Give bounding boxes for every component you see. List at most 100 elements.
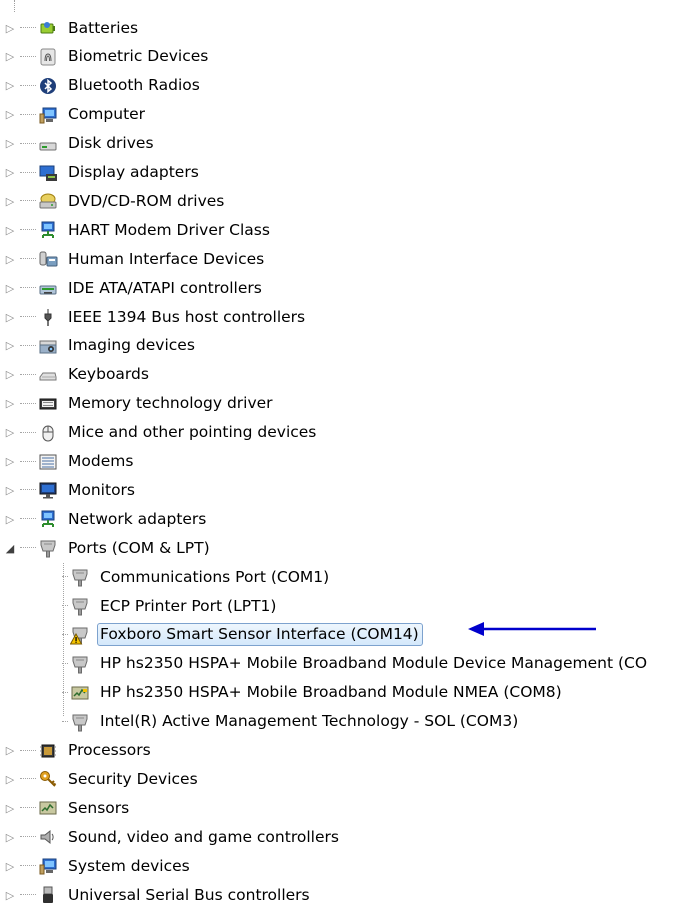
tree-category-processors[interactable]: ▷ Processors (0, 738, 155, 764)
tree-category-label[interactable]: Keyboards (65, 363, 153, 386)
memory-icon (39, 398, 57, 410)
tree-category-security-devices[interactable]: ▷ Security Devices (0, 766, 202, 792)
tree-category-label[interactable]: Processors (65, 739, 155, 762)
expand-arrow-icon[interactable]: ▷ (0, 131, 20, 157)
tree-category-label[interactable]: Universal Serial Bus controllers (65, 884, 314, 905)
expand-arrow-icon[interactable]: ▷ (0, 102, 20, 128)
tree-connector (14, 0, 16, 12)
tree-category-label[interactable]: Imaging devices (65, 334, 199, 357)
bluetooth-icon (40, 77, 56, 94)
security-key-icon (40, 771, 57, 788)
tree-category-disk-drives[interactable]: ▷ Disk drives (0, 131, 158, 157)
tree-category-label[interactable]: Batteries (65, 17, 142, 40)
tree-category-label[interactable]: Human Interface Devices (65, 248, 268, 271)
tree-device-item[interactable]: Communications Port (COM1) (62, 564, 333, 590)
tree-connector (20, 431, 36, 434)
tree-category-keyboards[interactable]: ▷ Keyboards (0, 362, 153, 388)
device-label[interactable]: ECP Printer Port (LPT1) (97, 595, 280, 618)
tree-category-label[interactable]: IEEE 1394 Bus host controllers (65, 306, 309, 329)
tree-category-bluetooth-radios[interactable]: ▷ Bluetooth Radios (0, 73, 204, 99)
tree-category-label[interactable]: Bluetooth Radios (65, 74, 204, 97)
expand-arrow-icon[interactable]: ▷ (0, 15, 20, 41)
expand-arrow-icon[interactable]: ▷ (0, 362, 20, 388)
tree-category-label[interactable]: Sound, video and game controllers (65, 826, 343, 849)
expand-arrow-icon[interactable]: ▷ (0, 420, 20, 446)
device-label[interactable]: Communications Port (COM1) (97, 566, 333, 589)
tree-category-ide-ata-atapi-controllers[interactable]: ▷ IDE ATA/ATAPI controllers (0, 275, 266, 301)
expand-arrow-icon[interactable]: ▷ (0, 246, 20, 272)
network-device-icon (41, 221, 55, 239)
tree-connector (20, 171, 36, 174)
hid-icon (39, 251, 58, 267)
tree-device-item[interactable]: Intel(R) Active Management Technology - … (62, 709, 522, 735)
tree-device-item[interactable]: HP hs2350 HSPA+ Mobile Broadband Module … (62, 651, 651, 677)
tree-category-biometric-devices[interactable]: ▷ Biometric Devices (0, 44, 212, 70)
tree-category-mice-and-other-pointing-devices[interactable]: ▷ Mice and other pointing devices (0, 420, 320, 446)
expand-arrow-icon[interactable]: ▷ (0, 160, 20, 186)
device-label[interactable]: HP hs2350 HSPA+ Mobile Broadband Module … (97, 681, 566, 704)
tree-category-computer[interactable]: ▷ Computer (0, 102, 149, 128)
tree-category-label[interactable]: Modems (65, 450, 137, 473)
tree-category-batteries[interactable]: ▷ Batteries (0, 15, 142, 41)
expand-arrow-icon[interactable]: ▷ (0, 477, 20, 503)
tree-category-ieee-1394-bus-host-controllers[interactable]: ▷ IEEE 1394 Bus host controllers (0, 304, 309, 330)
tree-category-label[interactable]: System devices (65, 855, 194, 878)
expand-arrow-icon[interactable]: ▷ (0, 882, 20, 905)
tree-category-system-devices[interactable]: ▷ System devices (0, 853, 194, 879)
port-icon (72, 598, 88, 616)
tree-category-dvd-cd-rom-drives[interactable]: ▷ DVD/CD-ROM drives (0, 188, 228, 214)
tree-category-sensors[interactable]: ▷ Sensors (0, 795, 133, 821)
expand-arrow-icon[interactable]: ▷ (0, 449, 20, 475)
tree-category-label[interactable]: Ports (COM & LPT) (65, 537, 214, 560)
expand-arrow-icon[interactable]: ▷ (0, 333, 20, 359)
tree-category-label[interactable]: Mice and other pointing devices (65, 421, 320, 444)
expand-arrow-icon[interactable]: ▷ (0, 73, 20, 99)
expand-arrow-icon[interactable]: ▷ (0, 217, 20, 243)
tree-category-sound-video-and-game-controllers[interactable]: ▷ Sound, video and game controllers (0, 824, 343, 850)
tree-category-display-adapters[interactable]: ▷ Display adapters (0, 160, 203, 186)
tree-category-label[interactable]: Disk drives (65, 132, 158, 155)
device-label[interactable]: Intel(R) Active Management Technology - … (97, 710, 522, 733)
tree-category-hart-modem-driver-class[interactable]: ▷ HART Modem Driver Class (0, 217, 274, 243)
tree-category-label[interactable]: Network adapters (65, 508, 210, 531)
tree-category-imaging-devices[interactable]: ▷ Imaging devices (0, 333, 199, 359)
tree-device-item[interactable]: HP hs2350 HSPA+ Mobile Broadband Module … (62, 680, 566, 706)
tree-category-universal-serial-bus-controllers[interactable]: ▷ Universal Serial Bus controllers (0, 882, 314, 905)
expand-arrow-icon[interactable]: ▷ (0, 188, 20, 214)
tree-category-label[interactable]: HART Modem Driver Class (65, 219, 274, 242)
selected-device-label[interactable]: Foxboro Smart Sensor Interface (COM14) (97, 623, 423, 647)
tree-category-ports-com-lpt[interactable]: ◢ Ports (COM & LPT) (0, 535, 214, 561)
tree-device-item[interactable]: ECP Printer Port (LPT1) (62, 593, 280, 619)
expand-arrow-icon[interactable]: ▷ (0, 44, 20, 70)
tree-category-label[interactable]: Security Devices (65, 768, 202, 791)
expand-arrow-icon[interactable]: ▷ (0, 506, 20, 532)
tree-category-label[interactable]: Memory technology driver (65, 392, 277, 415)
expand-arrow-icon[interactable]: ▷ (0, 853, 20, 879)
expand-arrow-icon[interactable]: ▷ (0, 391, 20, 417)
expand-arrow-icon[interactable]: ▷ (0, 824, 20, 850)
tree-connector (20, 836, 36, 838)
device-label[interactable]: HP hs2350 HSPA+ Mobile Broadband Module … (97, 652, 651, 675)
tree-category-human-interface-devices[interactable]: ▷ Human Interface Devices (0, 246, 268, 272)
tree-category-modems[interactable]: ▷ Modems (0, 449, 137, 475)
tree-category-label[interactable]: Biometric Devices (65, 45, 212, 68)
expand-arrow-icon[interactable]: ▷ (0, 766, 20, 792)
tree-device-item[interactable]: Foxboro Smart Sensor Interface (COM14) (62, 622, 423, 648)
tree-category-network-adapters[interactable]: ▷ Network adapters (0, 506, 210, 532)
expand-arrow-icon[interactable]: ▷ (0, 795, 20, 821)
tree-connector (20, 373, 36, 376)
expand-arrow-icon[interactable]: ▷ (0, 304, 20, 330)
tree-category-memory-technology-driver[interactable]: ▷ Memory technology driver (0, 391, 277, 417)
tree-connector (20, 27, 36, 29)
expand-arrow-icon[interactable]: ▷ (0, 275, 20, 301)
tree-category-label[interactable]: Monitors (65, 479, 139, 502)
tree-category-monitors[interactable]: ▷ Monitors (0, 477, 139, 503)
tree-category-label[interactable]: Sensors (65, 797, 133, 820)
tree-category-label[interactable]: DVD/CD-ROM drives (65, 190, 228, 213)
collapse-arrow-icon[interactable]: ◢ (0, 535, 20, 561)
firewire-icon (44, 309, 52, 326)
tree-category-label[interactable]: Display adapters (65, 161, 203, 184)
tree-category-label[interactable]: Computer (65, 103, 149, 126)
expand-arrow-icon[interactable]: ▷ (0, 738, 20, 764)
tree-category-label[interactable]: IDE ATA/ATAPI controllers (65, 277, 266, 300)
